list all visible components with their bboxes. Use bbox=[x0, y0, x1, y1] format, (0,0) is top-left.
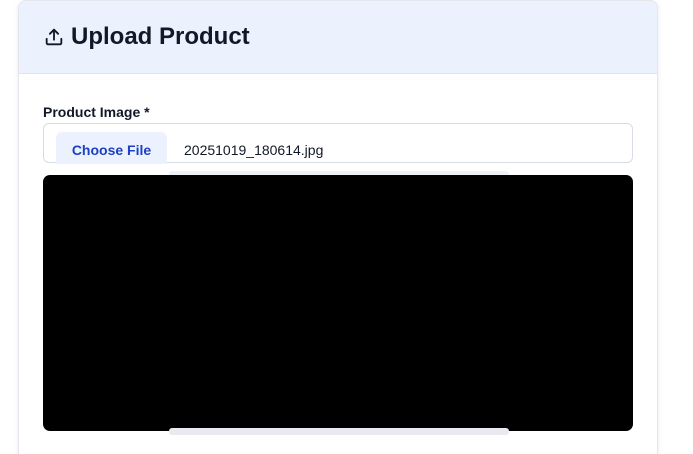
upload-product-card: Upload Product Product Image * Choose Fi… bbox=[18, 0, 658, 454]
preview-frame-edge bbox=[169, 428, 509, 435]
upload-icon bbox=[45, 28, 63, 46]
card-header: Upload Product bbox=[19, 1, 657, 74]
page: Upload Product Product Image * Choose Fi… bbox=[0, 0, 693, 454]
choose-file-button[interactable]: Choose File bbox=[56, 132, 167, 164]
product-image-label: Product Image * bbox=[43, 104, 150, 120]
page-title: Upload Product bbox=[71, 23, 250, 50]
image-preview bbox=[43, 175, 633, 431]
product-image-file-input[interactable]: Choose File 20251019_180614.jpg bbox=[43, 123, 633, 164]
selected-file-name: 20251019_180614.jpg bbox=[184, 142, 324, 158]
